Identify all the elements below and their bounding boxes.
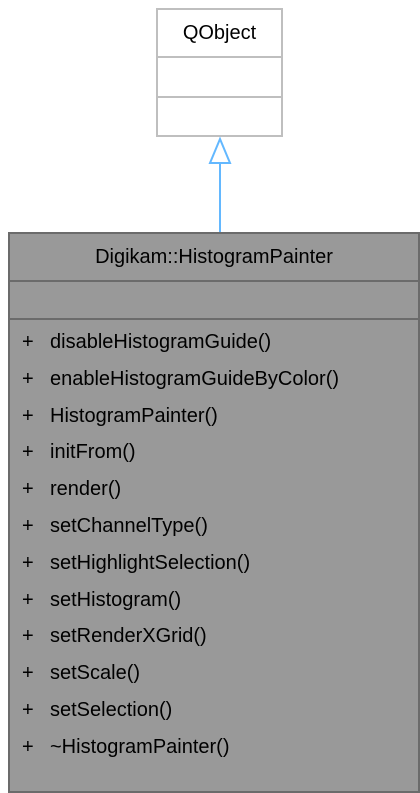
method-item: + setChannelType() — [10, 508, 418, 545]
visibility-marker: + — [22, 331, 34, 353]
derived-class-name: Digikam::HistogramPainter — [10, 234, 418, 282]
derived-class-attributes-section — [10, 282, 418, 320]
method-name: setChannelType() — [50, 514, 208, 537]
inheritance-arrow — [208, 136, 232, 233]
method-item: + initFrom() — [10, 434, 418, 471]
visibility-marker: + — [22, 662, 34, 685]
method-name: initFrom() — [50, 441, 136, 464]
method-name: setHistogram() — [50, 588, 182, 611]
base-class-box[interactable]: QObject — [156, 8, 283, 137]
visibility-marker: + — [22, 551, 34, 574]
method-name: ~HistogramPainter() — [50, 735, 230, 758]
method-item: + enableHistogramGuideByColor() — [10, 361, 418, 398]
base-class-name: QObject — [158, 10, 281, 58]
method-item: + ~HistogramPainter() — [10, 729, 418, 766]
visibility-marker: + — [22, 478, 34, 501]
method-name: render() — [50, 478, 122, 501]
method-name: setSelection() — [50, 698, 173, 721]
base-class-methods-section — [158, 98, 281, 136]
method-item: + setRenderXGrid() — [10, 618, 418, 655]
visibility-marker: + — [22, 588, 34, 611]
method-item: + setScale() — [10, 655, 418, 692]
method-item: + HistogramPainter() — [10, 398, 418, 435]
method-item: + disableHistogramGuide() — [10, 324, 418, 361]
method-name: enableHistogramGuideByColor() — [50, 367, 340, 390]
method-name: disableHistogramGuide() — [50, 331, 272, 353]
method-item: + setHistogram() — [10, 582, 418, 619]
method-name: setScale() — [50, 662, 141, 685]
visibility-marker: + — [22, 404, 34, 427]
derived-class-methods-list: + disableHistogramGuide() + enableHistogra… — [10, 320, 418, 766]
visibility-marker: + — [22, 514, 34, 537]
method-name: setHighlightSelection() — [50, 551, 251, 574]
inheritance-arrowhead-icon — [208, 136, 232, 164]
base-class-attributes-section — [158, 58, 281, 98]
method-item: + setHighlightSelection() — [10, 545, 418, 582]
derived-class-box[interactable]: Digikam::HistogramPainter + disableHistog… — [8, 232, 420, 793]
visibility-marker: + — [22, 735, 34, 758]
visibility-marker: + — [22, 367, 34, 390]
method-item: + setSelection() — [10, 692, 418, 729]
visibility-marker: + — [22, 698, 34, 721]
visibility-marker: + — [22, 625, 34, 648]
visibility-marker: + — [22, 441, 34, 464]
method-item: + render() — [10, 471, 418, 508]
method-name: setRenderXGrid() — [50, 625, 207, 648]
method-name: HistogramPainter() — [50, 404, 218, 427]
